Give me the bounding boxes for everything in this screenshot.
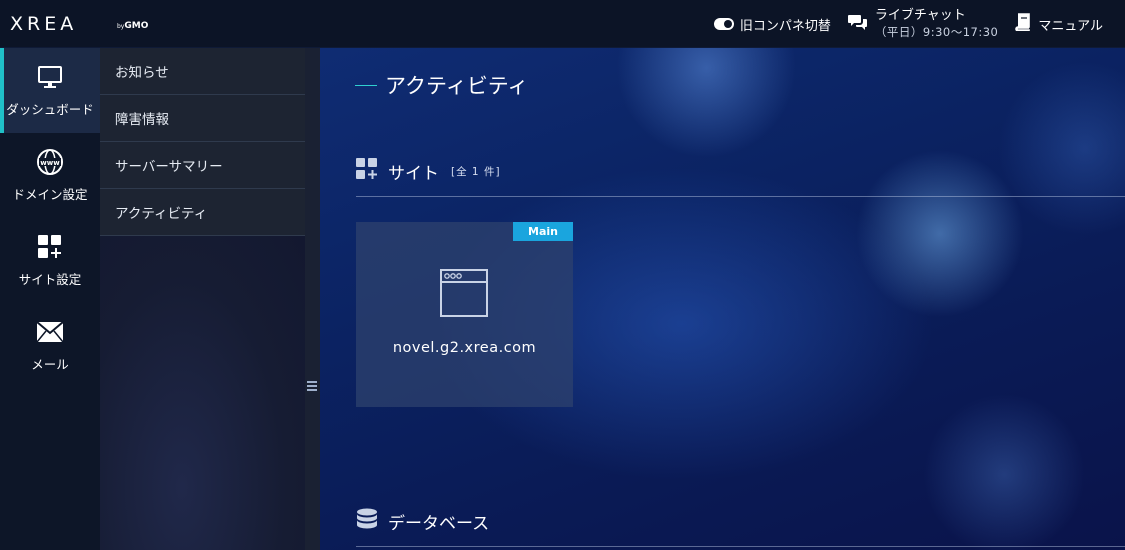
live-chat-link[interactable]: ライブチャット （平日）9:30〜17:30	[847, 8, 998, 40]
manual-link[interactable]: マニュアル	[1014, 13, 1103, 35]
database-section-header: データベース	[356, 508, 489, 534]
live-chat-label: ライブチャット	[874, 8, 966, 23]
menu-toggle-icon[interactable]	[307, 381, 317, 391]
database-section-label: データベース	[388, 513, 490, 534]
site-section-header: サイト [全 1 件]	[356, 158, 501, 184]
toggle-icon	[713, 18, 734, 30]
submenu-item-failure[interactable]: 障害情報	[100, 95, 305, 142]
nav-dashboard[interactable]: ダッシュボード	[0, 48, 100, 133]
submenu-item-activity[interactable]: アクティビティ	[100, 189, 305, 236]
nav-mail[interactable]: メール	[0, 303, 100, 388]
chat-bubbles-icon	[847, 13, 869, 35]
database-icon	[356, 508, 378, 534]
browser-window-icon	[440, 269, 488, 317]
live-chat-text: ライブチャット （平日）9:30〜17:30	[875, 8, 998, 40]
submenu-item-news[interactable]: お知らせ	[100, 48, 305, 95]
database-section-divider	[356, 546, 1125, 547]
old-panel-toggle[interactable]: 旧コンパネ切替	[713, 15, 831, 34]
manual-label: マニュアル	[1038, 18, 1103, 34]
svg-text:www: www	[40, 159, 60, 167]
globe-www-icon: www	[36, 148, 64, 176]
title-accent-line	[355, 84, 377, 86]
header-actions: 旧コンパネ切替 ライブチャット （平日）9:30〜17:30 マニュアル	[713, 0, 1103, 48]
gmo-logo: byGMO	[117, 21, 148, 31]
nav-mail-label: メール	[31, 357, 69, 372]
book-icon	[1014, 13, 1032, 35]
site-add-icon	[36, 233, 64, 261]
site-section-divider	[356, 196, 1125, 197]
site-section-count: [全 1 件]	[451, 165, 501, 178]
site-card[interactable]: Main novel.g2.xrea.com	[356, 222, 573, 407]
submenu-item-server-summary[interactable]: サーバーサマリー	[100, 142, 305, 189]
live-chat-hours: （平日）9:30〜17:30	[874, 25, 999, 39]
dashboard-submenu: お知らせ 障害情報 サーバーサマリー アクティビティ	[100, 48, 305, 550]
envelope-icon	[36, 318, 64, 346]
xrea-logo[interactable]: XREA	[10, 13, 77, 35]
nav-site-label: サイト設定	[18, 272, 82, 287]
nav-domain[interactable]: www ドメイン設定	[0, 133, 100, 218]
main-badge: Main	[513, 222, 573, 241]
icon-sidebar: ダッシュボード www ドメイン設定 サイト設定 メール	[0, 48, 100, 550]
old-panel-toggle-label: 旧コンパネ切替	[739, 18, 831, 34]
submenu-background	[100, 236, 305, 550]
nav-dashboard-label: ダッシュボード	[6, 102, 94, 117]
site-domain: novel.g2.xrea.com	[392, 340, 537, 356]
nav-site[interactable]: サイト設定	[0, 218, 100, 303]
page-title: アクティビティ	[355, 70, 528, 100]
nav-domain-label: ドメイン設定	[12, 187, 88, 202]
monitor-icon	[36, 63, 64, 91]
submenu-collapse-strip[interactable]	[305, 48, 320, 550]
main-content: アクティビティ サイト [全 1 件] Main novel.g2.xrea.c…	[320, 48, 1125, 550]
top-bar: XREA byGMO 旧コンパネ切替 ライブチャット （平日）9:30〜17:3…	[0, 0, 1125, 48]
logo-company-text: GMO	[124, 21, 149, 31]
page-title-text: アクティビティ	[385, 74, 529, 98]
site-grid-icon	[356, 158, 378, 184]
site-section-label: サイト	[388, 163, 439, 184]
